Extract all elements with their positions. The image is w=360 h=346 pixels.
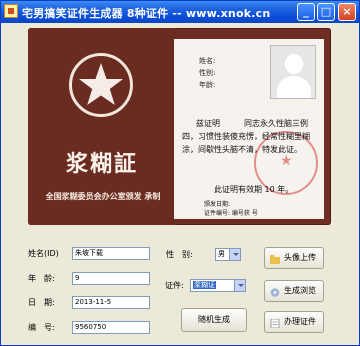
name-label: 姓名(ID) xyxy=(28,249,59,258)
certificate-page: 姓名: 性别: 年龄: ★ 兹证明 同志永久性脑三例四，习惯性装傻充愣，经常性糊… xyxy=(174,39,324,219)
generate-preview-button[interactable]: 生成浏览 xyxy=(264,280,324,302)
number-label: 编 号: xyxy=(28,323,55,332)
number-input[interactable]: 9560750 xyxy=(72,321,150,334)
photo-placeholder xyxy=(270,45,316,99)
date-label: 日 期: xyxy=(28,298,55,307)
chevron-down-icon[interactable] xyxy=(234,280,245,291)
app-window: 宅男搞笑证件生成器 8种证件 -- www.xnok.cn _ □ × 浆糊証 … xyxy=(0,0,360,346)
age-input[interactable]: 9 xyxy=(72,272,150,285)
certificate-body-text: 兹证明 同志永久性脑三例四，习惯性装傻充愣，经常性糊里糊涂，间歇性头脑不清，特发… xyxy=(182,119,310,154)
close-button[interactable]: × xyxy=(338,3,356,21)
certificate-cover: 浆糊証 全国浆糊委员会办公室颁发 承制 xyxy=(28,28,176,225)
age-label: 年 龄: xyxy=(28,274,55,283)
title-bar[interactable]: 宅男搞笑证件生成器 8种证件 -- www.xnok.cn _ □ × xyxy=(1,1,359,23)
certificate-footer: 颁发日期: 证件编号: 编号获 号 xyxy=(204,200,258,218)
minimize-button[interactable]: _ xyxy=(297,3,315,21)
star-emblem-icon xyxy=(79,63,123,105)
certificate-preview: 浆糊証 全国浆糊委员会办公室颁发 承制 姓名: 性别: 年龄: ★ 兹证明 同志… xyxy=(28,28,331,225)
cert-type-value: 浆糊证 xyxy=(193,281,216,289)
name-input[interactable]: 朱坡下载 xyxy=(72,247,150,260)
avatar-body-icon xyxy=(277,76,311,98)
certificate-issuer: 全国浆糊委员会办公室颁发 承制 xyxy=(45,192,161,201)
cert-type-label: 证件: xyxy=(165,281,184,290)
issue-date-label: 颁发日期: xyxy=(204,201,231,208)
maximize-button[interactable]: □ xyxy=(317,3,335,21)
cert-gender-label: 性别: xyxy=(199,69,216,77)
upload-avatar-button[interactable]: 头像上传 xyxy=(264,247,324,269)
avatar-head-icon xyxy=(285,54,303,74)
certificate-validity: 此证明有效期 10 年。 xyxy=(214,185,294,194)
gender-value: 男 xyxy=(218,250,225,258)
upload-avatar-label: 头像上传 xyxy=(284,253,316,262)
gender-select[interactable]: 男 xyxy=(215,248,241,261)
cert-name-label: 姓名: xyxy=(199,57,216,65)
gender-label: 性 别: xyxy=(166,250,193,259)
cert-number-label: 证件编号: 编号获 号 xyxy=(204,210,258,217)
window-title: 宅男搞笑证件生成器 8种证件 -- www.xnok.cn xyxy=(22,7,271,20)
generate-preview-label: 生成浏览 xyxy=(284,286,316,295)
random-generate-button[interactable]: 随机生成 xyxy=(181,308,247,332)
certificate-title: 浆糊証 xyxy=(65,151,138,177)
apply-cert-label: 办理证件 xyxy=(284,317,316,326)
apply-cert-button[interactable]: 办理证件 xyxy=(264,311,324,333)
cert-type-select[interactable]: 浆糊证 xyxy=(190,279,246,292)
date-input[interactable]: 2013-11-5 xyxy=(72,296,150,309)
chevron-down-icon[interactable] xyxy=(229,249,240,260)
app-icon xyxy=(4,4,18,18)
cert-age-label: 年龄: xyxy=(199,81,216,89)
